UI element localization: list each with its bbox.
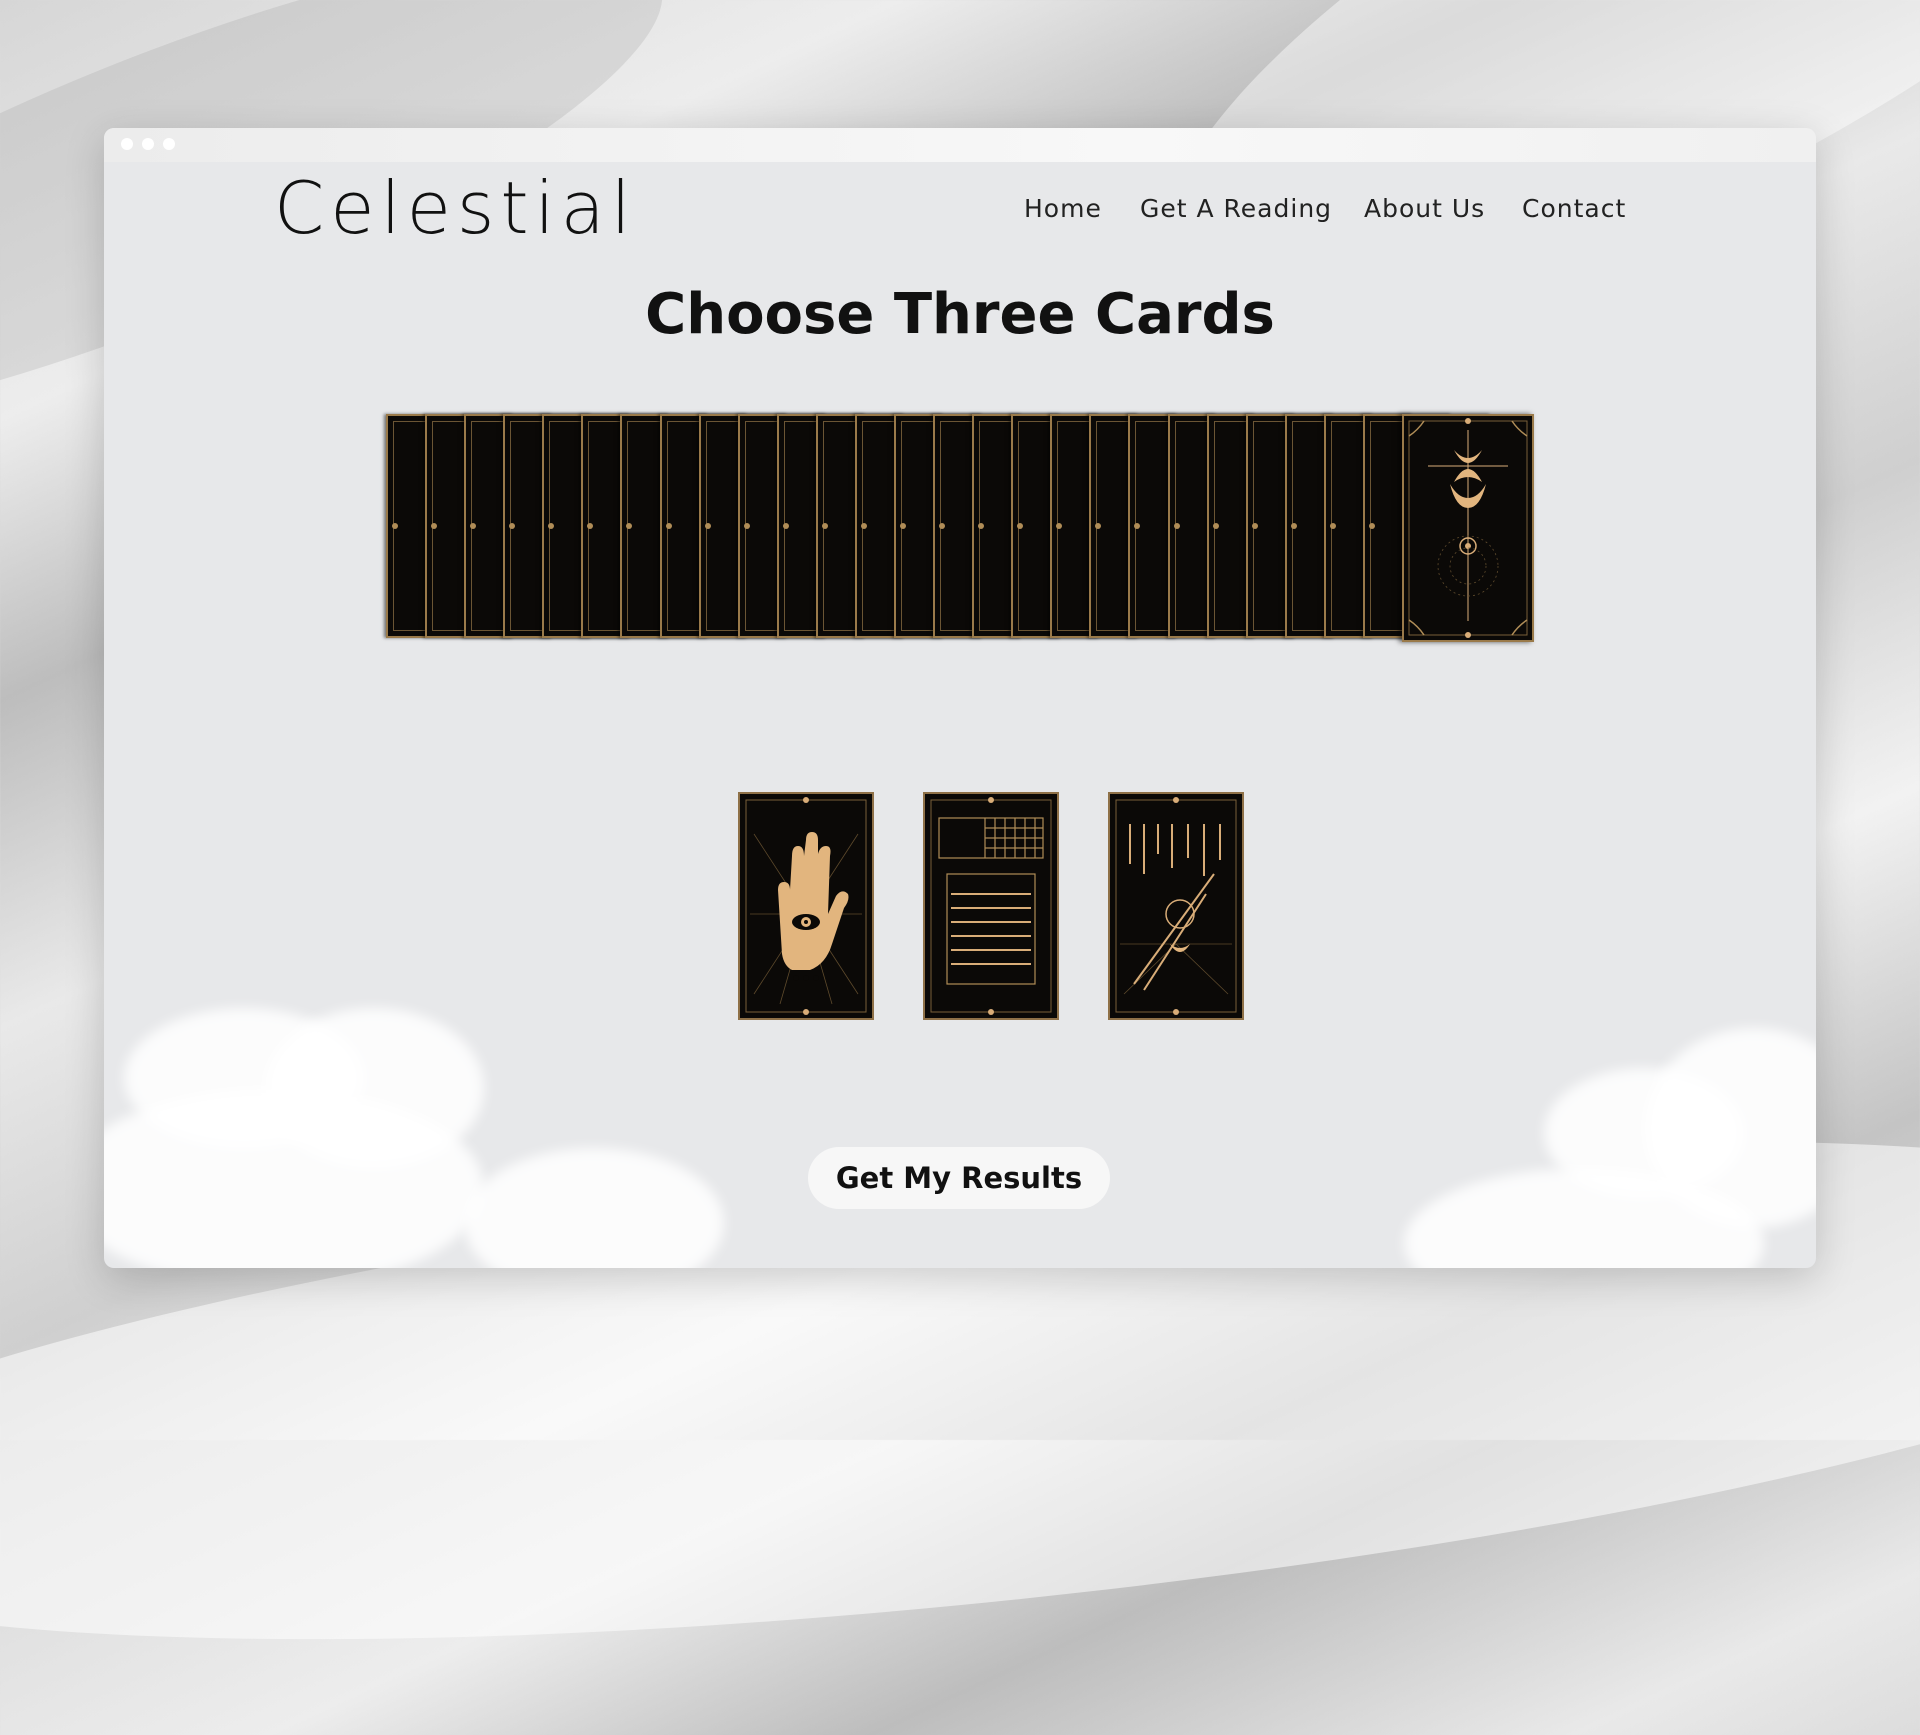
- nav-home[interactable]: Home: [1024, 194, 1102, 223]
- window-dot-icon[interactable]: [121, 138, 133, 150]
- swords-icon: [1115, 797, 1237, 1015]
- moon-staff-icon: [1408, 418, 1528, 638]
- browser-window: Celestial Home Get A Reading About Us Co…: [104, 128, 1816, 1268]
- window-titlebar: [104, 128, 1816, 162]
- selected-card[interactable]: [738, 792, 874, 1020]
- page-title: Choose Three Cards: [645, 282, 1275, 347]
- window-dot-icon[interactable]: [142, 138, 154, 150]
- site-logo[interactable]: Celestial: [274, 166, 637, 250]
- selected-card[interactable]: [1108, 792, 1244, 1020]
- cloud-decoration: [464, 1148, 724, 1268]
- nav-contact[interactable]: Contact: [1522, 194, 1626, 223]
- nav-get-a-reading[interactable]: Get A Reading: [1140, 194, 1332, 223]
- get-results-button[interactable]: Get My Results: [808, 1147, 1110, 1209]
- nav-about-us[interactable]: About Us: [1364, 194, 1485, 223]
- palm-eye-icon: [745, 797, 867, 1015]
- cage-icon: [930, 797, 1052, 1015]
- deck-top-card[interactable]: [1402, 414, 1534, 642]
- card-deck: [386, 414, 1536, 642]
- window-dot-icon[interactable]: [163, 138, 175, 150]
- selected-card[interactable]: [923, 792, 1059, 1020]
